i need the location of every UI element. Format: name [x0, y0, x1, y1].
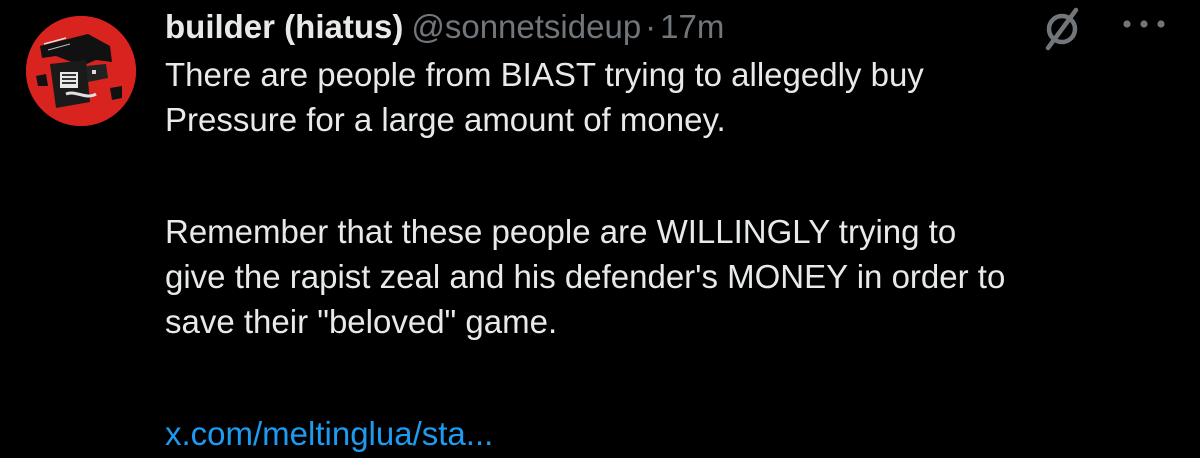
- tweet-header: builder (hiatus) @sonnetsideup · 17m: [165, 2, 724, 52]
- timestamp[interactable]: 17m: [660, 8, 724, 45]
- slash-circle-icon[interactable]: [1038, 4, 1088, 54]
- separator-dot: ·: [645, 8, 657, 45]
- avatar-image: [26, 16, 136, 126]
- display-name[interactable]: builder (hiatus): [165, 8, 403, 45]
- text-line: give the rapist zeal and his defender's …: [165, 258, 1006, 295]
- user-handle[interactable]: @sonnetsideup: [411, 8, 641, 45]
- text-line: save their "beloved" game.: [165, 303, 558, 340]
- tweet-text: There are people from BIAST trying to al…: [165, 52, 1185, 456]
- tweet[interactable]: builder (hiatus) @sonnetsideup · 17m There …: [0, 0, 1200, 458]
- text-line: Pressure for a large amount of money.: [165, 101, 726, 138]
- avatar[interactable]: [26, 16, 136, 126]
- text-line: There are people from BIAST trying to al…: [165, 56, 924, 93]
- more-options-icon[interactable]: [1118, 10, 1170, 38]
- text-line: Remember that these people are WILLINGLY…: [165, 213, 957, 250]
- tweet-link[interactable]: x.com/meltinglua/sta...: [165, 415, 493, 452]
